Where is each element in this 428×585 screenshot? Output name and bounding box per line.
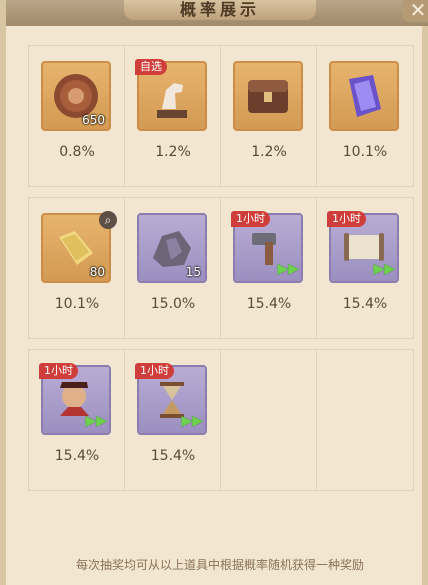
title-plaque: 概率展示 [124,0,316,20]
item-count: 15 [185,265,201,279]
drop-rate: 15.0% [150,296,196,312]
footer-note: 每次抽奖均可从以上道具中根据概率随机获得一种奖励 [75,558,364,572]
drop-rate: 15.4% [246,296,292,312]
reward-cell: 650 0.8% [29,46,125,186]
empty-cell [317,350,413,490]
crystal-icon [349,75,381,117]
drop-rate: 0.8% [59,144,95,160]
reward-cell: 1小时 ▶▶ 15.4% [29,350,125,490]
reward-cell: 自选 1.2% [125,46,221,186]
reward-cell: 10.1% [317,46,413,186]
reward-cell: 1.2% [221,46,317,186]
reward-cell: 1小时 ▶▶ 15.4% [221,198,317,338]
reward-item-crystal[interactable] [329,61,399,131]
speedup-icon: ▶▶ [181,413,203,429]
drop-rate: 1.2% [155,144,191,160]
reward-row-3: 1小时 ▶▶ 15.4% 1小时 ▶▶ 15.4% [28,349,414,491]
probability-panel: 概率展示 ✕ 650 0.8% 自选 1.2% 1.2% 10.1% ⌕ 80 … [0,0,428,585]
empty-cell [221,350,317,490]
reward-item-worker[interactable]: 1小时 ▶▶ [39,363,111,435]
speedup-icon: ▶▶ [85,413,107,429]
reward-cell: ⌕ 80 10.1% [29,198,125,338]
item-count: 80 [89,265,105,279]
reward-item-coin[interactable]: 650 [41,61,111,131]
reward-item-stone[interactable]: 15 [137,213,207,283]
drop-rate: 15.4% [342,296,388,312]
drop-rate: 15.4% [54,448,100,464]
drop-rate: 10.1% [54,296,100,312]
close-button[interactable]: ✕ [402,0,428,22]
reward-cell: 1小时 ▶▶ 15.4% [125,350,221,490]
reward-item-hammer[interactable]: 1小时 ▶▶ [231,211,303,283]
reward-cell: 15 15.0% [125,198,221,338]
reward-cell: 1小时 ▶▶ 15.4% [317,198,413,338]
item-count: 650 [82,113,105,127]
drop-rate: 1.2% [251,144,287,160]
horse-statue-icon [157,83,187,118]
page-title: 概率展示 [179,0,260,19]
reward-row-1: 650 0.8% 自选 1.2% 1.2% 10.1% [28,45,414,187]
reward-item-chest[interactable] [233,61,303,131]
chest-icon [248,80,288,113]
reward-item-scroll[interactable]: 1小时 ▶▶ [327,211,399,283]
reward-item-horse[interactable]: 自选 [135,59,207,131]
speedup-icon: ▶▶ [373,261,395,277]
drop-rate: 10.1% [342,144,388,160]
speedup-icon: ▶▶ [277,261,299,277]
title-bar: 概率展示 ✕ [6,0,428,26]
reward-row-2: ⌕ 80 10.1% 15 15.0% 1小时 ▶▶ 15.4% 1小时 ▶▶ … [28,197,414,339]
drop-rate: 15.4% [150,448,196,464]
reward-item-gold-bar[interactable]: ⌕ 80 [41,211,117,283]
reward-item-hourglass[interactable]: 1小时 ▶▶ [135,363,207,435]
close-icon: ✕ [409,0,427,22]
